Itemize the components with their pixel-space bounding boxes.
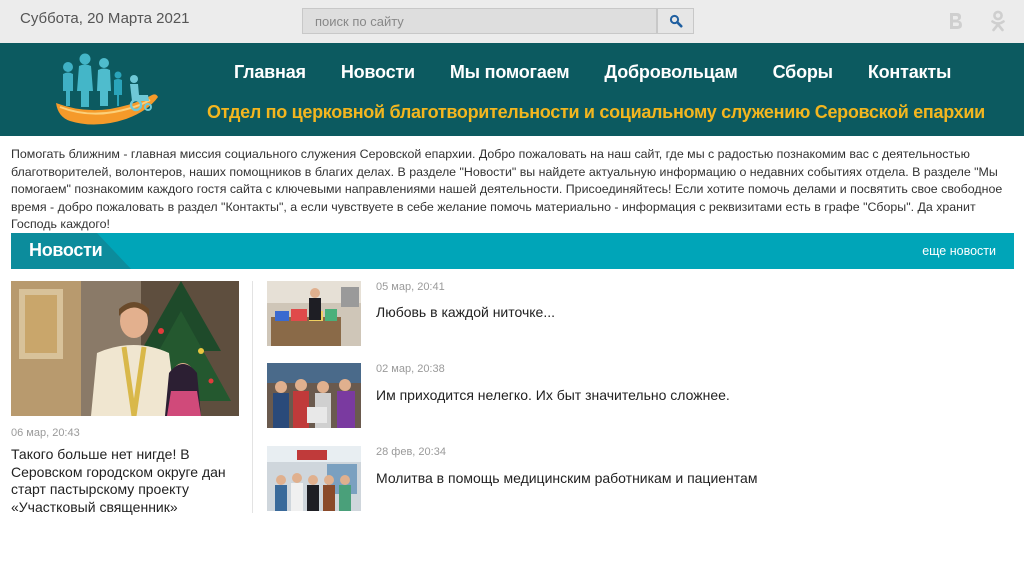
news-item-title[interactable]: Молитва в помощь медицинским работникам … bbox=[376, 470, 757, 486]
news-photo bbox=[267, 363, 361, 428]
vk-glyph bbox=[950, 13, 962, 29]
news-item-title[interactable]: Им приходится нелегко. Их быт значительн… bbox=[376, 387, 730, 403]
current-date: Суббота, 20 Марта 2021 bbox=[20, 10, 190, 27]
news-item-image[interactable] bbox=[267, 446, 361, 511]
featured-news-date: 06 мар, 20:43 bbox=[11, 427, 80, 439]
news-item-image[interactable] bbox=[267, 363, 361, 428]
featured-photo bbox=[11, 281, 239, 416]
news-column-divider bbox=[252, 281, 253, 513]
nav-item-home[interactable]: Главная bbox=[234, 62, 306, 83]
news-item-date: 28 фев, 20:34 bbox=[376, 446, 446, 458]
nav-item-volunteers[interactable]: Добровольцам bbox=[604, 62, 737, 83]
intro-text: Помогать ближним - главная миссия социал… bbox=[11, 147, 1003, 231]
nav-item-news[interactable]: Новости bbox=[341, 62, 415, 83]
news-item-title[interactable]: Любовь в каждой ниточке... bbox=[376, 304, 555, 320]
news-photo bbox=[267, 281, 361, 346]
search-input[interactable] bbox=[302, 8, 657, 34]
news-item-date: 02 мар, 20:38 bbox=[376, 363, 445, 375]
nav-item-fundraising[interactable]: Сборы bbox=[773, 62, 833, 83]
odnoklassniki-glyph bbox=[991, 10, 1005, 32]
main-navigation: Главная Новости Мы помогаем Добровольцам… bbox=[234, 62, 986, 83]
news-photo bbox=[267, 446, 361, 511]
featured-news-title[interactable]: Такого больше нет нигде! В Серовском гор… bbox=[11, 446, 236, 516]
nav-item-we-help[interactable]: Мы помогаем bbox=[450, 62, 570, 83]
search-form bbox=[302, 8, 694, 34]
search-icon bbox=[669, 14, 682, 28]
news-section-title: Новости bbox=[29, 240, 103, 260]
search-button[interactable] bbox=[657, 8, 694, 34]
site-header: Главная Новости Мы помогаем Добровольцам… bbox=[0, 43, 1024, 136]
news-item-image[interactable] bbox=[267, 281, 361, 346]
more-news-link[interactable]: еще новости bbox=[922, 244, 996, 258]
news-item-date: 05 мар, 20:41 bbox=[376, 281, 445, 293]
nav-item-contacts[interactable]: Контакты bbox=[868, 62, 951, 83]
charity-logo-icon bbox=[56, 53, 158, 125]
site-logo[interactable] bbox=[52, 51, 162, 127]
top-bar: Суббота, 20 Марта 2021 bbox=[0, 0, 1024, 43]
featured-news-image[interactable] bbox=[11, 281, 239, 416]
news-section-header: Новости еще новости bbox=[11, 233, 1014, 269]
site-subtitle: Отдел по церковной благотворительности и… bbox=[207, 102, 985, 122]
vk-icon[interactable] bbox=[946, 9, 966, 33]
odnoklassniki-icon[interactable] bbox=[988, 9, 1008, 33]
